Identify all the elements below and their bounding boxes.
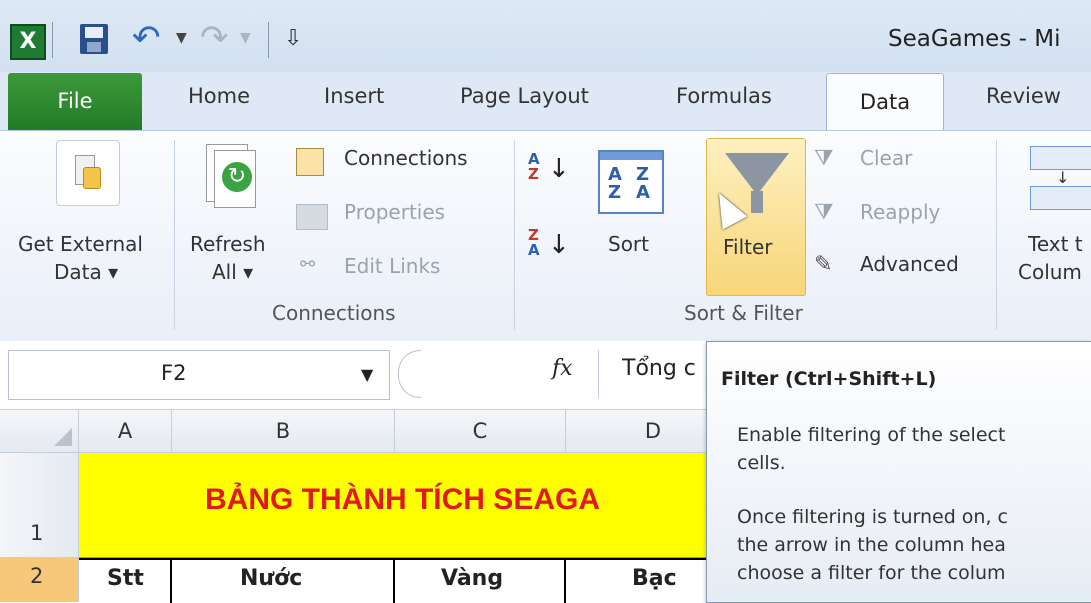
cell-text: Stt — [107, 566, 144, 591]
clear-label: Clear — [860, 146, 913, 170]
funnel-stem — [751, 191, 763, 213]
database-icon — [56, 140, 120, 206]
formula-input[interactable]: Tổng c — [622, 356, 696, 381]
properties-label: Properties — [344, 200, 446, 224]
sort-descending-button[interactable]: ZA ↓ — [528, 228, 572, 278]
clear-button: ⧩ Clear — [812, 146, 992, 180]
title-bar: X ↶ ▼ ↷ ▼ ⇩ SeaGames - Mi — [0, 0, 1091, 72]
group-separator — [514, 140, 515, 330]
cell-nuoc[interactable]: Nước — [172, 558, 395, 603]
properties-button: Properties — [296, 200, 506, 234]
tab-formulas[interactable]: Formulas — [676, 84, 772, 108]
refresh-line1: Refresh — [190, 232, 266, 256]
tooltip-line: the arrow in the column hea — [737, 534, 1006, 556]
text-to-line1: Text t — [1028, 232, 1083, 256]
refresh-icon: ↻ — [206, 144, 260, 210]
row-number: 2 — [30, 564, 44, 588]
connections-icon — [296, 148, 324, 176]
cell-text: Bạc — [632, 566, 677, 591]
edit-links-button: ⚯ Edit Links — [296, 254, 506, 288]
properties-icon — [296, 204, 328, 230]
name-box[interactable]: F2 ▼ — [8, 350, 390, 400]
undo-dropdown-icon[interactable]: ▼ — [176, 30, 187, 46]
connections-label: Connections — [344, 146, 468, 170]
tab-home[interactable]: Home — [188, 84, 250, 108]
name-box-value: F2 — [161, 361, 187, 385]
text-to-columns-icon: ↓ — [1030, 146, 1091, 210]
qa-separator — [52, 22, 53, 58]
cell-text: Nước — [240, 566, 303, 591]
reapply-icon: ⧩ — [814, 200, 834, 225]
group-separator — [996, 140, 997, 330]
excel-logo-icon[interactable]: X — [10, 24, 46, 60]
edit-links-label: Edit Links — [344, 254, 441, 278]
sort-asc-arrow-icon: ↓ — [548, 154, 570, 184]
formula-bar-divider — [598, 350, 599, 398]
advanced-label: Advanced — [860, 252, 959, 276]
advanced-filter-icon: ✎ — [814, 252, 833, 277]
sort-dialog-icon: AZ ZA — [598, 150, 664, 214]
reapply-button: ⧩ Reapply — [812, 200, 992, 234]
save-icon[interactable] — [80, 24, 108, 54]
tooltip-title: Filter (Ctrl+Shift+L) — [721, 368, 937, 390]
tab-review[interactable]: Review — [986, 84, 1061, 108]
tab-insert[interactable]: Insert — [324, 84, 384, 108]
filter-button[interactable]: Filter — [706, 138, 806, 296]
sheet-title: BẢNG THÀNH TÍCH SEAGA — [205, 483, 600, 516]
fx-icon[interactable]: fx — [552, 356, 573, 381]
advanced-button[interactable]: ✎ Advanced — [812, 252, 992, 286]
row-header-1[interactable]: 1 — [0, 453, 79, 558]
title-cell[interactable]: BẢNG THÀNH TÍCH SEAGA — [79, 453, 740, 558]
sort-button[interactable]: AZ ZA Sort — [594, 146, 674, 296]
column-header-c[interactable]: C — [395, 410, 566, 453]
tab-data[interactable]: Data — [826, 73, 944, 132]
column-header-a[interactable]: A — [79, 410, 172, 453]
undo-icon[interactable]: ↶ — [132, 18, 161, 58]
redo-icon[interactable]: ↷ — [200, 18, 229, 58]
tab-file[interactable]: File — [8, 73, 142, 131]
connections-button[interactable]: Connections — [296, 146, 506, 180]
tooltip-line: choose a filter for the colum — [737, 562, 1006, 584]
cell-stt[interactable]: Stt — [79, 558, 172, 603]
edit-links-icon: ⚯ — [300, 254, 316, 275]
text-to-line2: Colum — [1018, 260, 1082, 284]
filter-label: Filter — [723, 235, 773, 259]
sort-label: Sort — [608, 232, 649, 256]
tab-page-layout[interactable]: Page Layout — [460, 84, 589, 108]
column-header-b[interactable]: B — [172, 410, 395, 453]
customize-qa-icon[interactable]: ⇩ — [284, 26, 302, 51]
sort-desc-arrow-icon: ↓ — [548, 230, 570, 260]
sort-filter-group-label: Sort & Filter — [684, 301, 803, 325]
funnel-icon — [725, 153, 789, 195]
sort-ascending-button[interactable]: AZ ↓ — [528, 152, 572, 202]
get-external-data-button[interactable]: Get External Data ▾ — [10, 140, 170, 300]
get-external-line1: Get External — [18, 232, 143, 256]
refresh-line2: All ▾ — [212, 260, 254, 284]
name-box-dropdown-icon[interactable]: ▼ — [361, 365, 373, 384]
tooltip-line: Enable filtering of the select — [737, 424, 1006, 446]
get-external-line2: Data ▾ — [54, 260, 119, 284]
cell-text: Vàng — [441, 566, 504, 591]
text-to-columns-button[interactable]: ↓ Text t Colum — [1010, 140, 1091, 300]
row-number: 1 — [30, 521, 44, 545]
cell-vang[interactable]: Vàng — [395, 558, 566, 603]
select-all-corner[interactable] — [0, 410, 79, 453]
tooltip-line: Once filtering is turned on, c — [737, 506, 1009, 528]
tooltip-line: cells. — [737, 452, 786, 474]
filter-tooltip: Filter (Ctrl+Shift+L) Enable filtering o… — [706, 341, 1091, 603]
clear-filter-icon: ⧩ — [814, 146, 834, 171]
qa-separator-2 — [268, 22, 269, 58]
group-separator — [174, 140, 175, 330]
redo-dropdown-icon[interactable]: ▼ — [240, 30, 251, 46]
refresh-all-button[interactable]: ↻ Refresh All ▾ — [186, 140, 288, 300]
connections-group-label: Connections — [272, 301, 396, 325]
row-header-2[interactable]: 2 — [0, 558, 79, 602]
window-title: SeaGames - Mi — [888, 26, 1061, 52]
reapply-label: Reapply — [860, 200, 941, 224]
